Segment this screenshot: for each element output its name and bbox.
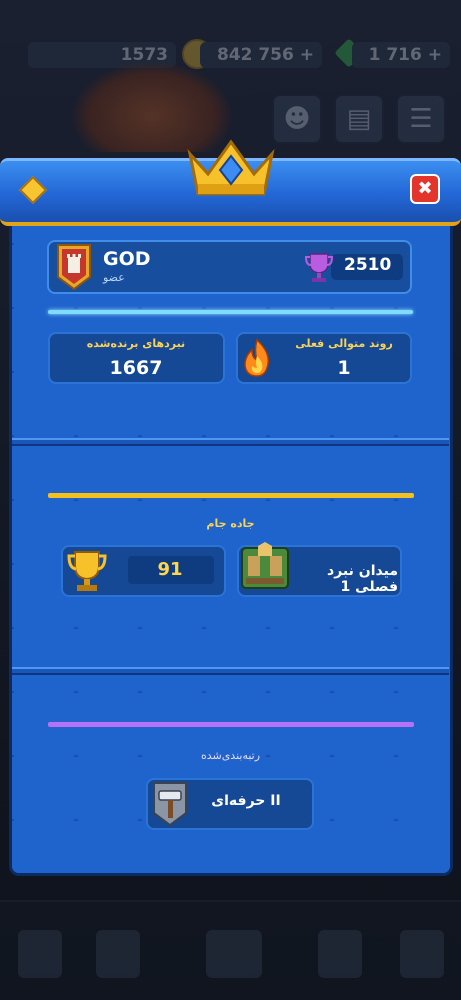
bottom-navigation xyxy=(0,900,461,1000)
close-icon: ✖ xyxy=(417,178,433,199)
arena-name: میدان نبرد فصلی 1 xyxy=(327,563,398,595)
nav-battle-tab[interactable] xyxy=(206,930,262,978)
ranked-league-value: حرفه‌ای II xyxy=(211,793,281,809)
nav-events-tab[interactable] xyxy=(400,930,444,978)
newspaper-icon: ▤ xyxy=(346,104,372,134)
gold-trophy-icon xyxy=(67,551,107,591)
player-trophies: 2510 xyxy=(344,255,392,275)
menu-button[interactable]: ☰ xyxy=(396,94,446,144)
clan-role-shield-icon xyxy=(57,244,91,291)
trophy-road-trophies: 91 xyxy=(157,559,183,580)
gems-pill[interactable]: 1 716 + xyxy=(352,42,450,68)
nav-cards-tab[interactable] xyxy=(96,930,140,978)
trophy-icon xyxy=(304,253,334,282)
close-button[interactable]: ✖ xyxy=(410,174,440,204)
battles-won-value: 1667 xyxy=(109,357,163,379)
hammer-league-icon xyxy=(153,782,187,827)
hamburger-icon: ☰ xyxy=(409,104,433,134)
trophy-road-title: جاده جام xyxy=(206,517,255,530)
battles-won-title: نبردهای برنده‌شده xyxy=(86,337,186,350)
nav-shop-tab[interactable] xyxy=(18,930,62,978)
section-band xyxy=(12,438,449,446)
ranked-divider xyxy=(48,722,414,727)
clan-member-profile-screen: 1573 842 756 + 1 716 + ☻ ▤ ☰ ✖ GOD عضو 2… xyxy=(0,0,461,1000)
win-streak-value: 1 xyxy=(337,357,351,379)
trophy-road-divider xyxy=(48,493,414,498)
gems-value: 1 716 xyxy=(368,45,422,65)
win-streak-title: روند متوالی فعلی xyxy=(295,337,393,350)
section-band xyxy=(12,667,449,675)
player-role: عضو xyxy=(103,271,125,284)
ranked-title: رتبه‌بندی‌شده xyxy=(200,749,261,762)
arena-icon xyxy=(241,542,289,589)
flame-icon xyxy=(244,338,270,377)
news-button[interactable]: ▤ xyxy=(334,94,384,144)
streak-section-divider xyxy=(48,310,413,314)
nav-clan-tab[interactable] xyxy=(318,930,362,978)
friends-button[interactable]: ☻ xyxy=(272,94,322,144)
person-icon: ☻ xyxy=(283,104,311,134)
crown-icon xyxy=(187,139,275,196)
player-name: GOD xyxy=(103,248,151,270)
